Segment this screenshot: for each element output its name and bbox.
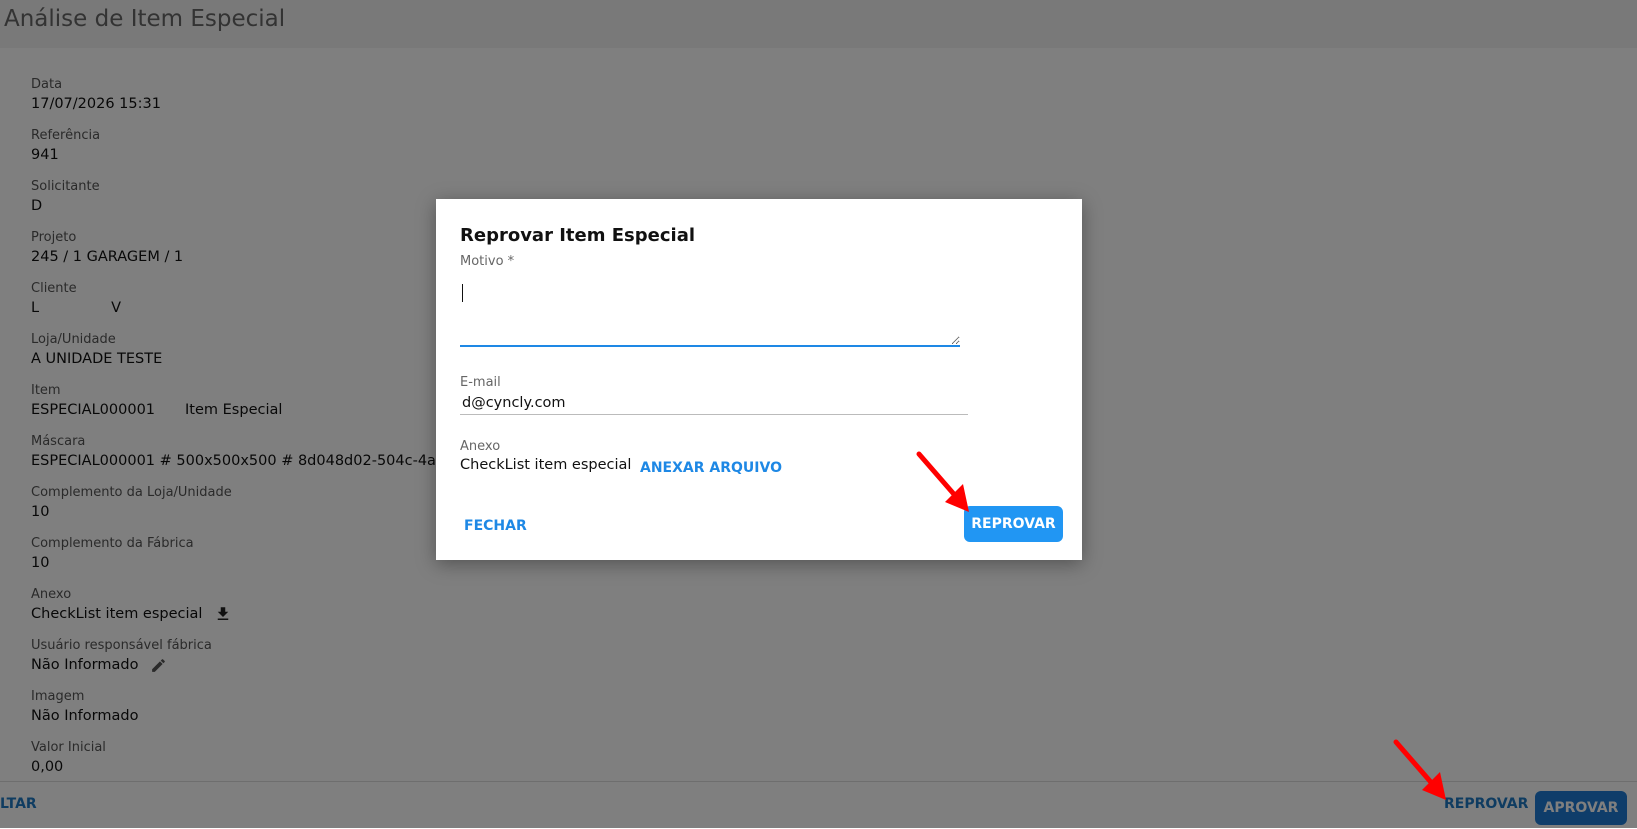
red-arrow-annotation xyxy=(916,451,969,512)
motivo-textarea[interactable] xyxy=(460,273,960,347)
anexo-file-name: CheckList item especial xyxy=(460,457,632,473)
email-input[interactable] xyxy=(460,392,968,415)
email-label: E-mail xyxy=(460,375,501,390)
red-arrow-annotation xyxy=(1393,739,1446,800)
dialog-title: Reprovar Item Especial xyxy=(460,225,696,246)
anexo-label: Anexo xyxy=(460,439,501,454)
reprovar-dialog: Reprovar Item Especial Motivo * E-mail A… xyxy=(436,199,1082,560)
motivo-label: Motivo * xyxy=(460,254,515,269)
dialog-reprovar-button[interactable]: REPROVAR xyxy=(964,506,1063,542)
text-cursor xyxy=(462,284,463,302)
anexar-arquivo-button[interactable]: ANEXAR ARQUIVO xyxy=(640,460,782,476)
fechar-button[interactable]: FECHAR xyxy=(464,518,527,534)
